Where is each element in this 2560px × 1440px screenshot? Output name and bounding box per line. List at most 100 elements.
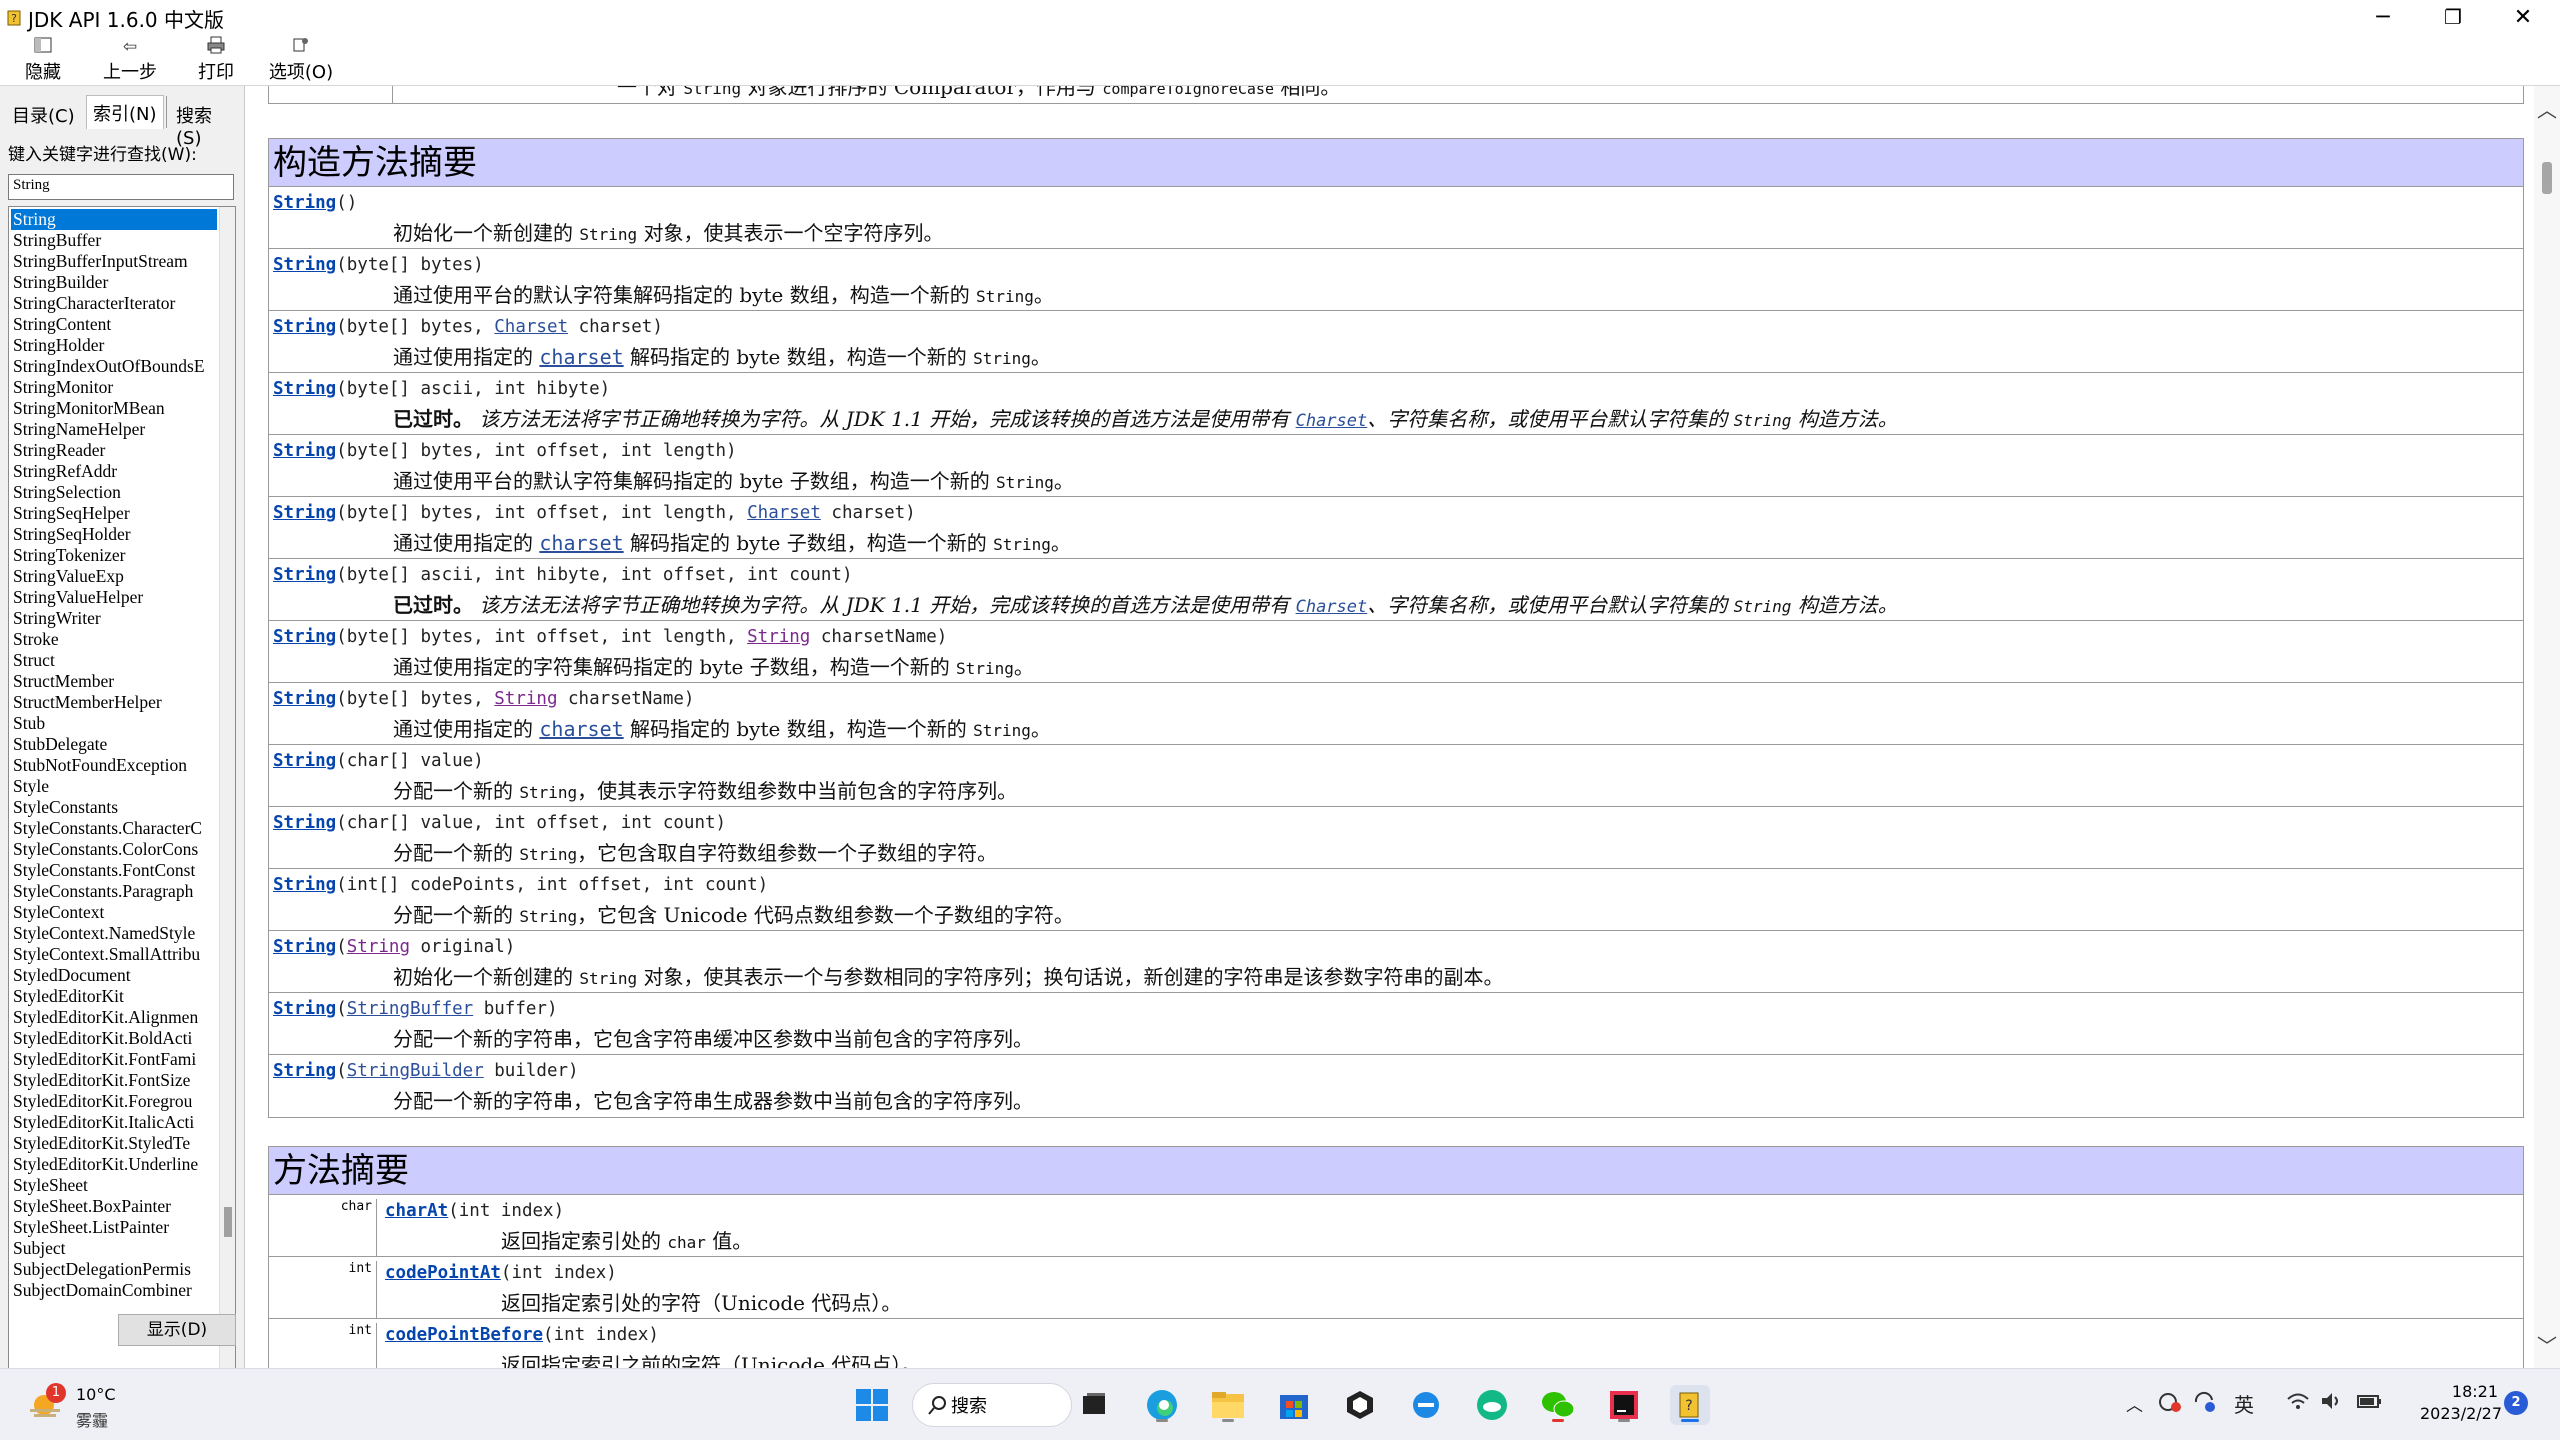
index-list-item[interactable]: Subject xyxy=(11,1238,217,1259)
index-list-item[interactable]: StringMonitor xyxy=(11,377,217,398)
constructor-name-link[interactable]: String xyxy=(273,1061,336,1081)
index-list-item[interactable]: String xyxy=(11,209,217,230)
index-list-scroll-thumb[interactable] xyxy=(224,1207,232,1237)
taskbar-app-unity[interactable] xyxy=(1340,1385,1380,1425)
index-list-item[interactable]: StyleConstants xyxy=(11,797,217,818)
index-list-item[interactable]: StringRefAddr xyxy=(11,461,217,482)
constructor-name-link[interactable]: String xyxy=(273,875,336,895)
start-button[interactable] xyxy=(852,1385,892,1425)
charset-link[interactable]: charset xyxy=(539,345,623,369)
ime-indicator[interactable]: 英 xyxy=(2234,1389,2254,1418)
index-list-item[interactable]: StyledEditorKit.Underline xyxy=(11,1154,217,1175)
content-scrollbar[interactable]: ︿ ﹀ xyxy=(2534,86,2560,1368)
scroll-down-arrow-icon[interactable]: ﹀ xyxy=(2534,1330,2560,1359)
constructor-name-link[interactable]: String xyxy=(273,565,336,585)
index-list-item[interactable]: SubjectDomainCombiner xyxy=(11,1280,217,1301)
constructor-name-link[interactable]: String xyxy=(273,751,336,771)
index-list-item[interactable]: StyleConstants.CharacterC xyxy=(11,818,217,839)
index-list-item[interactable]: StringSeqHolder xyxy=(11,524,217,545)
index-list-item[interactable]: StyleConstants.FontConst xyxy=(11,860,217,881)
constructor-name-link[interactable]: String xyxy=(273,379,336,399)
index-list-item[interactable]: StringWriter xyxy=(11,608,217,629)
index-list-item[interactable]: SubjectDelegationPermis xyxy=(11,1259,217,1280)
index-list-item[interactable]: StyleContext.NamedStyle xyxy=(11,923,217,944)
keyword-input[interactable]: String xyxy=(8,174,234,200)
scroll-up-arrow-icon[interactable]: ︿ xyxy=(2534,94,2560,123)
index-list-item[interactable]: StubDelegate xyxy=(11,734,217,755)
index-list-item[interactable]: StringSeqHelper xyxy=(11,503,217,524)
constructor-name-link[interactable]: String xyxy=(273,689,336,709)
constructor-name-link[interactable]: String xyxy=(273,255,336,275)
index-list-item[interactable]: StringValueExp xyxy=(11,566,217,587)
restore-button[interactable]: ❐ xyxy=(2418,0,2488,34)
index-list-item[interactable]: StyleConstants.ColorCons xyxy=(11,839,217,860)
constructor-name-link[interactable]: String xyxy=(273,317,336,337)
constructor-name-link[interactable]: String xyxy=(273,503,336,523)
index-list-item[interactable]: StyledEditorKit.ItalicActi xyxy=(11,1112,217,1133)
index-list-scrollbar[interactable] xyxy=(219,207,235,1393)
index-list-item[interactable]: Style xyxy=(11,776,217,797)
tray-security-icon[interactable] xyxy=(2158,1391,2182,1418)
index-list-item[interactable]: StringSelection xyxy=(11,482,217,503)
index-list-item[interactable]: StringIndexOutOfBoundsE xyxy=(11,356,217,377)
index-list-item[interactable]: StubNotFoundException xyxy=(11,755,217,776)
param-type-link[interactable]: StringBuilder xyxy=(347,1061,484,1081)
index-list-item[interactable]: Stroke xyxy=(11,629,217,650)
index-list-item[interactable]: StyledEditorKit.Alignmen xyxy=(11,1007,217,1028)
tab-search[interactable]: 搜索(S) xyxy=(170,98,242,149)
volume-icon[interactable] xyxy=(2320,1391,2344,1416)
param-type-link[interactable]: String xyxy=(494,689,557,709)
charset-link[interactable]: charset xyxy=(539,717,623,741)
param-type-link[interactable]: StringBuffer xyxy=(347,999,473,1019)
index-list-item[interactable]: StyleContext xyxy=(11,902,217,923)
index-list-item[interactable]: StyleSheet.ListPainter xyxy=(11,1217,217,1238)
constructor-name-link[interactable]: String xyxy=(273,193,336,213)
display-button[interactable]: 显示(D) xyxy=(118,1314,236,1346)
index-list-item[interactable]: StringMonitorMBean xyxy=(11,398,217,419)
method-name-link[interactable]: charAt xyxy=(385,1201,448,1221)
index-list-item[interactable]: StructMember xyxy=(11,671,217,692)
tab-contents[interactable]: 目录(C) xyxy=(6,98,81,128)
index-list-item[interactable]: StringContent xyxy=(11,314,217,335)
constructor-name-link[interactable]: String xyxy=(273,627,336,647)
index-list-item[interactable]: Stub xyxy=(11,713,217,734)
taskbar-search[interactable]: 搜索 xyxy=(912,1383,1072,1427)
constructor-name-link[interactable]: String xyxy=(273,441,336,461)
charset-link[interactable]: Charset xyxy=(1296,411,1368,431)
hide-button[interactable]: 隐藏 xyxy=(22,36,64,84)
taskbar-app-chm-viewer[interactable]: ? xyxy=(1670,1385,1710,1425)
taskbar-app-onedrive[interactable] xyxy=(1472,1385,1512,1425)
index-list-item[interactable]: StyleContext.SmallAttribu xyxy=(11,944,217,965)
param-type-link[interactable]: String xyxy=(747,627,810,647)
param-type-link[interactable]: Charset xyxy=(747,503,821,523)
charset-link[interactable]: Charset xyxy=(1296,597,1368,617)
minimize-button[interactable]: ─ xyxy=(2348,0,2418,34)
index-list-item[interactable]: StringBuilder xyxy=(11,272,217,293)
taskbar-app-wechat[interactable] xyxy=(1538,1385,1578,1425)
taskbar-app-intellij[interactable] xyxy=(1604,1385,1644,1425)
battery-icon[interactable] xyxy=(2356,1391,2382,1416)
index-list-item[interactable]: StyleSheet xyxy=(11,1175,217,1196)
index-list-item[interactable]: StringValueHelper xyxy=(11,587,217,608)
close-button[interactable]: ✕ xyxy=(2488,0,2558,34)
index-list-item[interactable]: StringTokenizer xyxy=(11,545,217,566)
index-list-item[interactable]: StyledEditorKit.Foregrou xyxy=(11,1091,217,1112)
system-clock[interactable]: 18:21 2023/2/27 xyxy=(2420,1381,2502,1425)
index-list-item[interactable]: StyledEditorKit.StyledTe xyxy=(11,1133,217,1154)
index-list-item[interactable]: StringNameHelper xyxy=(11,419,217,440)
param-type-link[interactable]: String xyxy=(347,937,410,957)
print-button[interactable]: 打印 xyxy=(194,36,238,84)
index-list-item[interactable]: StyledDocument xyxy=(11,965,217,986)
constructor-name-link[interactable]: String xyxy=(273,937,336,957)
content-scroll-thumb[interactable] xyxy=(2542,162,2552,194)
index-list-item[interactable]: StyleConstants.Paragraph xyxy=(11,881,217,902)
wifi-icon[interactable] xyxy=(2286,1391,2310,1416)
tray-overflow-chevron-icon[interactable]: ︿ xyxy=(2126,1391,2143,1416)
index-list[interactable]: String StringBuffer StringBufferInputStrea… xyxy=(8,206,236,1394)
taskbar-app-explorer[interactable] xyxy=(1208,1385,1248,1425)
index-list-item[interactable]: StringBufferInputStream xyxy=(11,251,217,272)
index-list-item[interactable]: StringBuffer xyxy=(11,230,217,251)
tab-index[interactable]: 索引(N) xyxy=(86,95,164,129)
index-list-item[interactable]: Struct xyxy=(11,650,217,671)
tray-sync-icon[interactable] xyxy=(2192,1391,2216,1418)
